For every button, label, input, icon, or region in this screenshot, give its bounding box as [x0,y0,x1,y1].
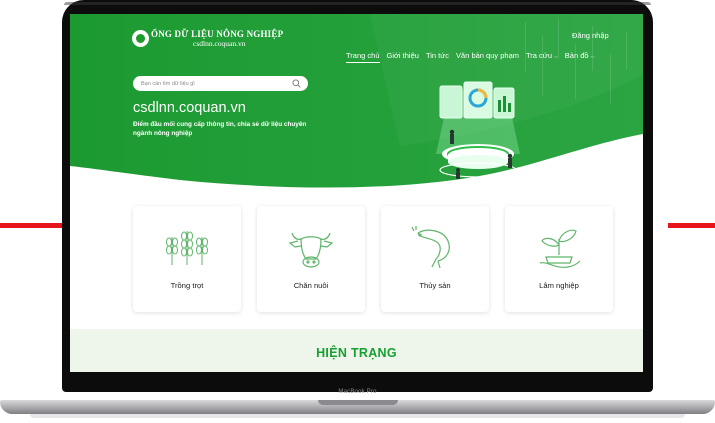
logo-emblem-icon [132,30,149,47]
category-card-crops[interactable]: Trồng trọt [133,206,241,312]
site-title: csdlnn.coquan.vn [133,100,246,116]
category-card-livestock[interactable]: Chăn nuôi [257,206,365,312]
nav-item-lookup[interactable]: Tra cứu ⌵ [526,51,558,63]
red-guide-line-right [668,223,715,228]
hero-section: ỔNG DỮ LIỆU NÔNG NGHIỆP csdlnn.coquan.vn… [70,14,643,206]
search-box [133,76,308,91]
device-model-label: MacBook Pro [338,389,377,395]
status-section-title: HIỆN TRẠNG [316,346,397,360]
nav-item-label: Giới thiệu [386,51,419,60]
nav-item-label: Tin tức [425,51,450,60]
nav-item-about[interactable]: Giới thiệu [387,51,419,63]
laptop-base-notch [318,400,398,405]
search-icon[interactable] [292,79,301,88]
red-guide-line-left [0,223,70,228]
laptop-bezel-highlight [64,2,651,5]
main-nav: Trang chủ Giới thiệu Tin tức Văn bản quy… [346,51,594,63]
login-link[interactable]: Đăng nhập [572,31,609,40]
data-platform-illustration-icon [436,81,520,179]
cow-icon [288,232,334,268]
category-label: Chăn nuôi [293,281,329,290]
shrimp-icon [411,226,450,269]
site-description: Điểm đầu mối cung cấp thông tin, chia sẻ… [133,121,307,137]
nav-item-news[interactable]: Tin tức [426,51,449,63]
chevron-down-icon: ⌵ [554,54,558,60]
nav-item-label: Văn bản quy phạm [456,51,519,60]
wheat-icon [166,231,208,265]
category-card-forestry[interactable]: Lâm nghiệp [505,206,613,312]
status-section: HIỆN TRẠNG [70,329,643,372]
laptop-base-shadow [30,414,685,418]
category-label: Thủy sản [419,281,451,290]
laptop-screen: ỔNG DỮ LIỆU NÔNG NGHIỆP csdlnn.coquan.vn… [70,14,643,372]
nav-item-label: Tra cứu [526,51,552,60]
category-label: Trồng trọt [170,281,204,290]
site-logo[interactable]: ỔNG DỮ LIỆU NÔNG NGHIỆP csdlnn.coquan.vn [132,29,283,48]
logo-name: ỔNG DỮ LIỆU NÔNG NGHIỆP [151,29,284,39]
nav-item-label: Bản đồ [564,51,589,60]
nav-item-map[interactable]: Bản đồ ⌵ [565,51,595,63]
category-label: Lâm nghiệp [539,281,579,290]
logo-domain: csdlnn.coquan.vn [193,39,246,48]
nav-item-label: Trang chủ [346,51,380,60]
category-card-aquaculture[interactable]: Thủy sản [381,206,489,312]
seedling-hand-icon [539,229,581,268]
nav-item-legal-docs[interactable]: Văn bản quy phạm [456,51,519,63]
chevron-down-icon: ⌵ [590,54,595,60]
search-input[interactable] [141,76,291,91]
nav-item-home[interactable]: Trang chủ [346,51,380,63]
